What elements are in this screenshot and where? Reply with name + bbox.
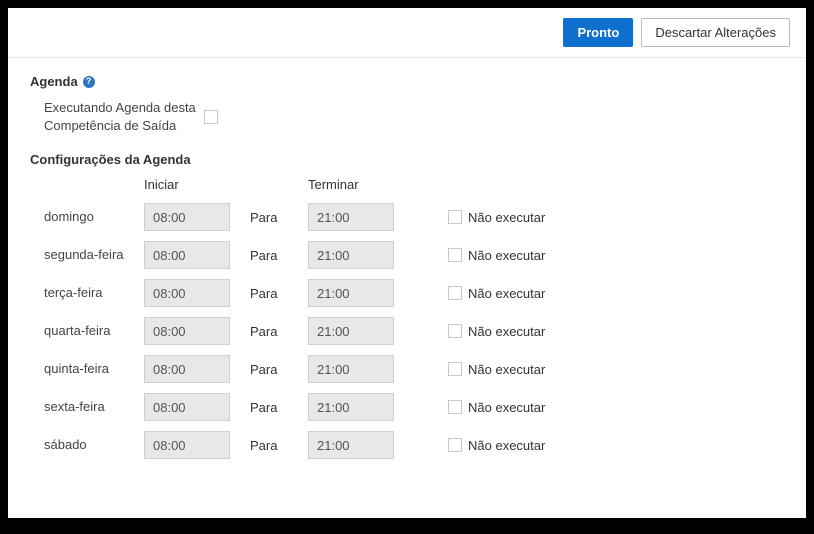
- schedule-row: segunda-feira Para Não executar: [44, 236, 784, 274]
- para-label: Para: [244, 400, 308, 415]
- start-time-input[interactable]: [144, 355, 230, 383]
- para-label: Para: [244, 248, 308, 263]
- day-label: domingo: [44, 209, 144, 225]
- header-start: Iniciar: [144, 177, 179, 192]
- para-label: Para: [244, 324, 308, 339]
- day-label: segunda-feira: [44, 247, 144, 263]
- end-time-input[interactable]: [308, 203, 394, 231]
- no-run-checkbox[interactable]: [448, 248, 462, 262]
- schedule-row: domingo Para Não executar: [44, 198, 784, 236]
- para-label: Para: [244, 286, 308, 301]
- day-label: sexta-feira: [44, 399, 144, 415]
- schedule-row: terça-feira Para Não executar: [44, 274, 784, 312]
- no-run-checkbox[interactable]: [448, 362, 462, 376]
- start-time-input[interactable]: [144, 279, 230, 307]
- end-time-input[interactable]: [308, 393, 394, 421]
- end-time-input[interactable]: [308, 317, 394, 345]
- exec-agenda-label: Executando Agenda desta Competência de S…: [44, 99, 204, 134]
- config-section-title: Configurações da Agenda: [30, 152, 784, 167]
- no-run-label: Não executar: [468, 324, 545, 339]
- day-label: sábado: [44, 437, 144, 453]
- schedule-row: quarta-feira Para Não executar: [44, 312, 784, 350]
- no-run-label: Não executar: [468, 286, 545, 301]
- day-label: quinta-feira: [44, 361, 144, 377]
- start-time-input[interactable]: [144, 241, 230, 269]
- no-run-checkbox[interactable]: [448, 324, 462, 338]
- no-run-checkbox[interactable]: [448, 400, 462, 414]
- exec-agenda-checkbox[interactable]: [204, 110, 218, 124]
- start-time-input[interactable]: [144, 317, 230, 345]
- end-time-input[interactable]: [308, 355, 394, 383]
- start-time-input[interactable]: [144, 431, 230, 459]
- done-button[interactable]: Pronto: [563, 18, 633, 47]
- no-run-label: Não executar: [468, 362, 545, 377]
- top-toolbar: Pronto Descartar Alterações: [8, 8, 806, 58]
- header-end: Terminar: [308, 177, 359, 192]
- no-run-label: Não executar: [468, 210, 545, 225]
- schedule-row: sexta-feira Para Não executar: [44, 388, 784, 426]
- agenda-section-title: Agenda ?: [30, 74, 784, 89]
- para-label: Para: [244, 438, 308, 453]
- no-run-checkbox[interactable]: [448, 210, 462, 224]
- end-time-input[interactable]: [308, 279, 394, 307]
- no-run-label: Não executar: [468, 438, 545, 453]
- para-label: Para: [244, 210, 308, 225]
- no-run-checkbox[interactable]: [448, 438, 462, 452]
- para-label: Para: [244, 362, 308, 377]
- no-run-label: Não executar: [468, 400, 545, 415]
- no-run-label: Não executar: [468, 248, 545, 263]
- discard-button[interactable]: Descartar Alterações: [641, 18, 790, 47]
- start-time-input[interactable]: [144, 203, 230, 231]
- schedule-row: sábado Para Não executar: [44, 426, 784, 464]
- end-time-input[interactable]: [308, 431, 394, 459]
- no-run-checkbox[interactable]: [448, 286, 462, 300]
- schedule-row: quinta-feira Para Não executar: [44, 350, 784, 388]
- help-icon[interactable]: ?: [83, 76, 95, 88]
- day-label: quarta-feira: [44, 323, 144, 339]
- agenda-title-text: Agenda: [30, 74, 78, 89]
- day-label: terça-feira: [44, 285, 144, 301]
- end-time-input[interactable]: [308, 241, 394, 269]
- start-time-input[interactable]: [144, 393, 230, 421]
